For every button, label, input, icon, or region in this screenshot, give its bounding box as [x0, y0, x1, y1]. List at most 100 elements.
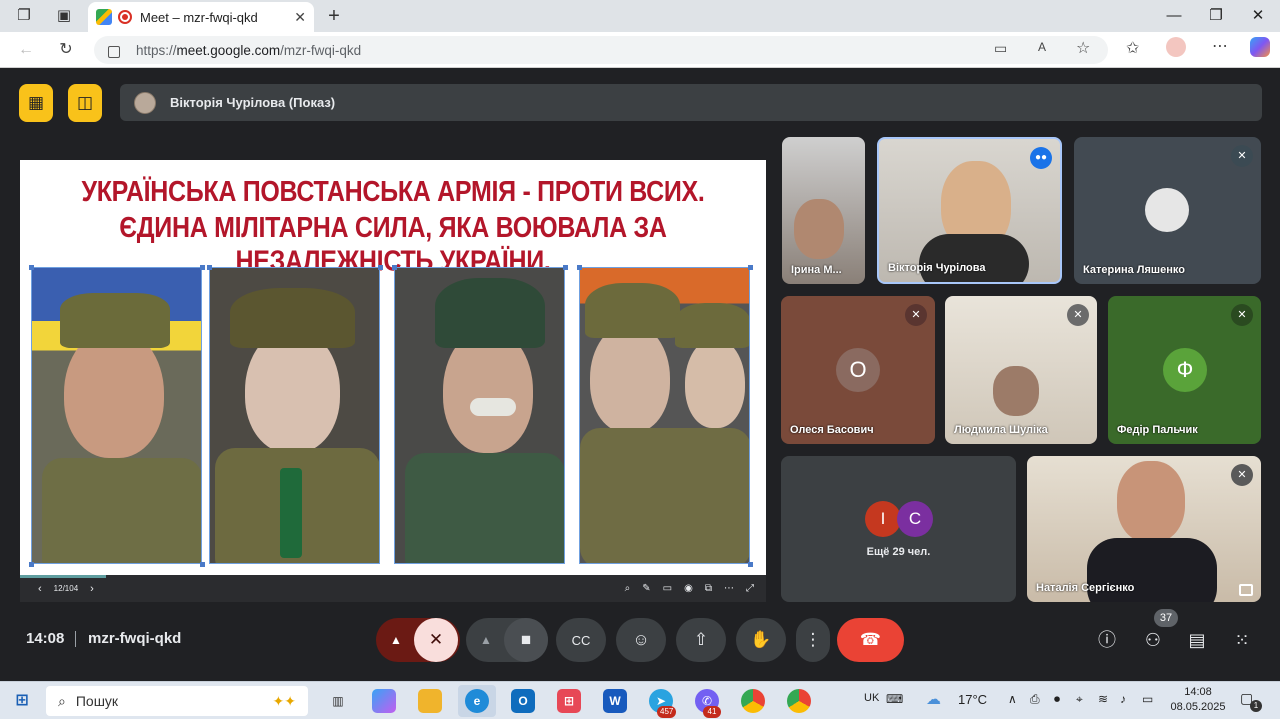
emoji-icon: ☺: [632, 630, 650, 649]
others-tile[interactable]: І С Ещё 29 чел.: [781, 456, 1016, 602]
meet-window: ▦ ◫ Вікторія Чурілова (Показ) УКРАЇНСЬКА…: [4, 69, 1276, 678]
participant-tile[interactable]: ✕ Катерина Ляшенко: [1074, 137, 1261, 284]
search-placeholder: Пошук: [75, 693, 119, 709]
task-view-icon[interactable]: ▥: [326, 689, 350, 713]
layout-icon[interactable]: ◫: [68, 84, 102, 122]
chat-icon[interactable]: ▤: [1184, 627, 1210, 653]
outlook-icon[interactable]: O: [511, 689, 535, 713]
pin-icon[interactable]: [1239, 584, 1253, 596]
hide-presentation-icon[interactable]: ▦: [19, 84, 53, 122]
tray-chevron-icon[interactable]: ∧: [1008, 692, 1017, 706]
selection-handle: [563, 265, 568, 270]
activities-icon[interactable]: ⁙: [1229, 627, 1255, 653]
presenter-avatar: [134, 91, 156, 114]
back-icon[interactable]: ←: [16, 40, 36, 60]
other-avatar: І: [865, 501, 901, 537]
broadcast-icon[interactable]: ◉: [684, 583, 693, 594]
participant-name: Ірина М...: [791, 264, 842, 276]
end-call-icon: ☎: [859, 630, 882, 649]
maximize-icon[interactable]: ❐: [1206, 6, 1226, 26]
copilot-app-icon[interactable]: [372, 689, 396, 713]
system-clock[interactable]: 14:08 08.05.2025: [1168, 685, 1228, 715]
url-field[interactable]: https://meet.google.com/mzr-fwqi-qkd: [94, 36, 1108, 64]
chrome-icon[interactable]: [741, 689, 765, 713]
participant-name: Наталія Сергієнко: [1036, 582, 1135, 594]
camera-icon: ■: [520, 630, 532, 649]
prev-slide-icon[interactable]: ‹: [38, 583, 42, 595]
raise-hand-button[interactable]: ✋: [736, 618, 786, 662]
other-avatar: С: [897, 501, 933, 537]
leave-call-button[interactable]: ☎: [837, 618, 904, 662]
start-windows-icon[interactable]: ⊞: [10, 689, 34, 713]
more-menu-icon[interactable]: ⋯: [1212, 36, 1228, 56]
pen-icon[interactable]: ✎: [642, 583, 650, 594]
store-icon[interactable]: ⊞: [557, 689, 581, 713]
mic-options-chevron-icon[interactable]: ▲: [390, 633, 402, 647]
camera-permission-icon[interactable]: ▭: [994, 40, 1007, 57]
file-explorer-icon[interactable]: [418, 689, 442, 713]
slide-progress-bar: [20, 575, 106, 578]
profile-avatar[interactable]: [1166, 37, 1186, 57]
tab-actions-icon[interactable]: ▣: [54, 6, 74, 26]
meet-favicon-icon: [96, 9, 112, 25]
slide-photo-3: [394, 267, 565, 564]
workspaces-icon[interactable]: ❐: [14, 6, 34, 26]
people-icon[interactable]: ⚇: [1140, 627, 1166, 653]
camera-button[interactable]: ■: [504, 618, 548, 662]
new-tab-button[interactable]: +: [324, 6, 344, 26]
mic-off-button[interactable]: ✕: [414, 618, 458, 662]
close-window-icon[interactable]: ✕: [1248, 6, 1268, 26]
selection-handle: [200, 265, 205, 270]
more-options-button[interactable]: ⋮: [796, 618, 830, 662]
favorites-icon[interactable]: ✩: [1126, 38, 1139, 58]
participant-tile[interactable]: О ✕ Олеся Басович: [781, 296, 935, 444]
url-scheme: https://: [136, 42, 177, 58]
captions-button[interactable]: CC: [556, 618, 606, 662]
chrome-profile-icon[interactable]: [787, 689, 811, 713]
taskbar-search[interactable]: ⌕ Пошук ✦✦: [46, 686, 308, 716]
fullscreen-icon[interactable]: ⤢: [746, 583, 754, 594]
presenter-pill[interactable]: Вікторія Чурілова (Показ): [120, 84, 1262, 121]
viber-badge: 41: [703, 706, 721, 718]
participant-name: Вікторія Чурілова: [888, 262, 986, 274]
participant-tile[interactable]: ✕ Наталія Сергієнко: [1027, 456, 1261, 602]
participant-tile[interactable]: Ірина М...: [782, 137, 865, 284]
meeting-info-icon[interactable]: ⓘ: [1094, 627, 1120, 653]
edge-icon[interactable]: e: [465, 689, 489, 713]
favorite-star-icon[interactable]: ☆: [1076, 38, 1090, 58]
url-path: /mzr-fwqi-qkd: [280, 42, 362, 58]
volume-icon: ♪: [1120, 692, 1126, 706]
refresh-icon[interactable]: ↻: [56, 40, 76, 60]
selection-handle: [748, 265, 753, 270]
present-button[interactable]: ⇧: [676, 618, 726, 662]
clock-time: 14:08: [1184, 686, 1212, 698]
language-indicator[interactable]: UK: [864, 692, 879, 704]
captions-icon: CC: [571, 632, 591, 648]
participant-tile[interactable]: Ф ✕ Федір Пальчик: [1108, 296, 1261, 444]
participants-count-badge: 37: [1154, 609, 1178, 627]
zoom-icon[interactable]: ⌕: [625, 583, 631, 594]
windows-taskbar: ⊞ ⌕ Пошук ✦✦ ▥ e O ⊞ W ➤ 457 ✆ 41 UK ⌨ ☁…: [0, 681, 1280, 719]
mic-off-icon: ✕: [1231, 145, 1253, 167]
minimize-icon[interactable]: —: [1164, 6, 1184, 26]
selection-handle: [200, 562, 205, 567]
camera-options-chevron-icon[interactable]: ▲: [480, 633, 492, 647]
read-aloud-icon[interactable]: A: [1038, 40, 1046, 54]
participant-tile-speaking[interactable]: ●● Вікторія Чурілова: [877, 137, 1062, 284]
captions-icon[interactable]: ▭: [663, 583, 672, 594]
word-icon[interactable]: W: [603, 689, 627, 713]
url-host: meet.google.com: [176, 42, 281, 58]
participant-avatar: Ф: [1163, 348, 1207, 392]
browser-tab-bar: ❐ ▣ Meet – mzr-fwqi-qkd ✕ + — ❐ ✕: [0, 0, 1280, 32]
reactions-button[interactable]: ☺: [616, 618, 666, 662]
copilot-icon[interactable]: [1250, 37, 1270, 57]
tab-meet[interactable]: Meet – mzr-fwqi-qkd ✕: [88, 2, 314, 32]
next-slide-icon[interactable]: ›: [90, 583, 94, 595]
close-tab-icon[interactable]: ✕: [294, 9, 306, 26]
pip-icon[interactable]: ⧉: [705, 583, 712, 594]
speaking-indicator-icon: ●●: [1030, 147, 1052, 169]
participant-tile[interactable]: ✕ Людмила Шуліка: [945, 296, 1097, 444]
slide-more-icon[interactable]: ⋯: [724, 583, 734, 594]
selection-handle: [29, 265, 34, 270]
temperature[interactable]: 17°C: [958, 692, 987, 707]
